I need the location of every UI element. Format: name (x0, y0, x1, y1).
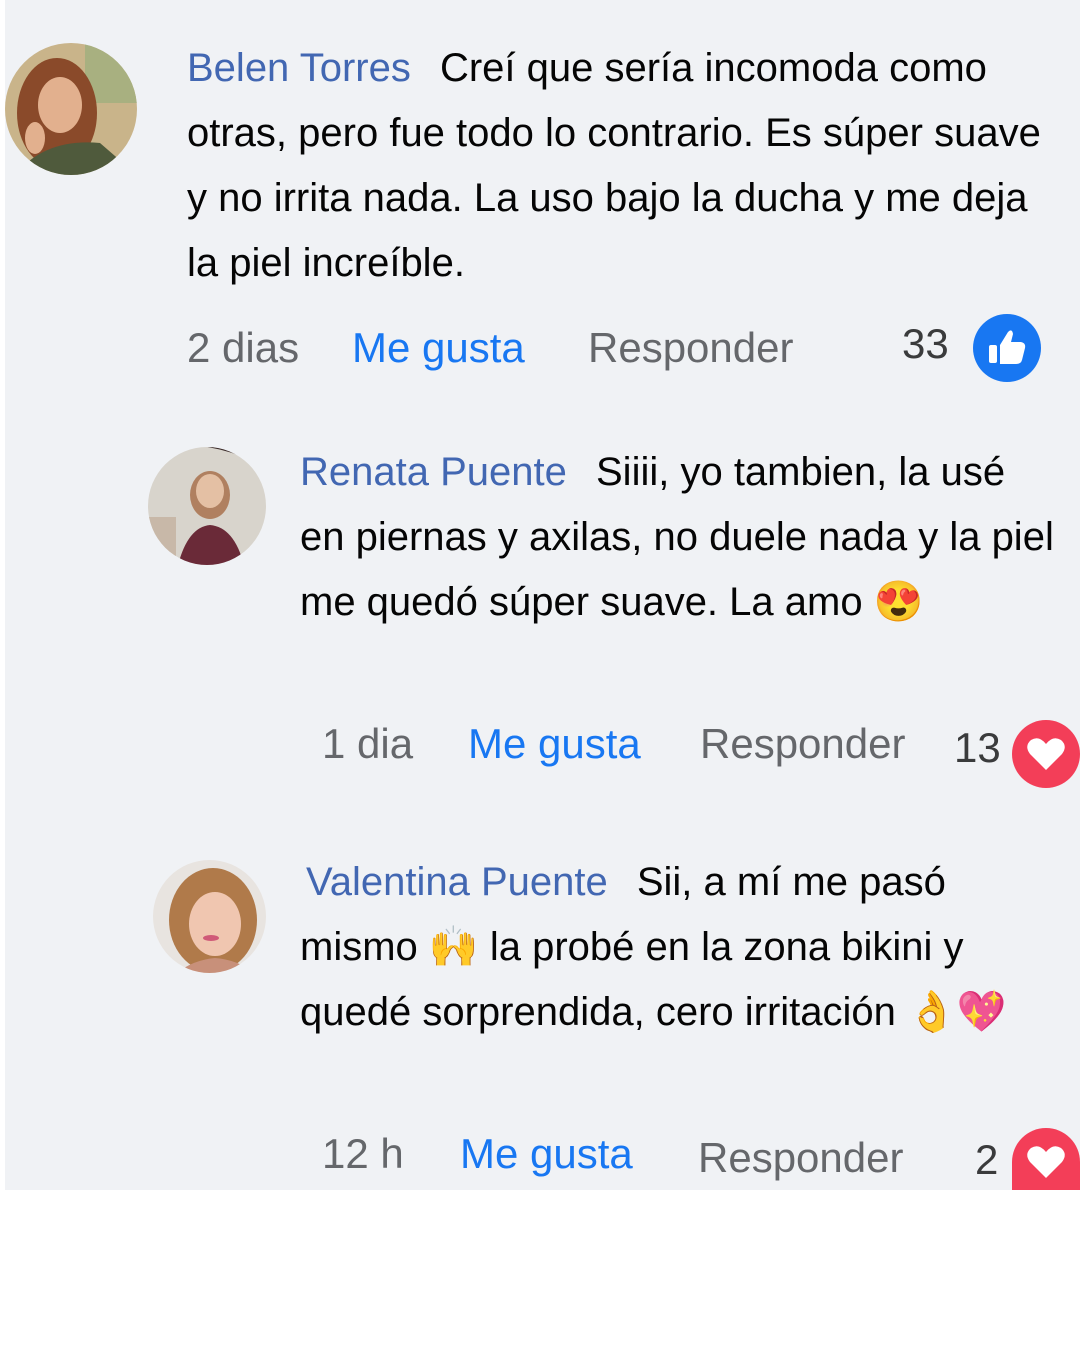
like-button[interactable]: Me gusta (352, 324, 525, 372)
commenter-name[interactable]: Valentina Puente (306, 860, 608, 904)
reaction-count[interactable]: 33 (902, 320, 949, 368)
like-icon[interactable] (973, 314, 1041, 382)
avatar-belen-torres[interactable] (5, 43, 137, 175)
avatar-renata-puente[interactable] (148, 447, 266, 565)
reply-button[interactable]: Responder (588, 324, 793, 372)
comment-actions: 12 h Me gusta Responder 2 (322, 1130, 1022, 1190)
comment-body: Valentina Puente Sii, a mí me pasó mismo… (300, 850, 1060, 1045)
comment-body: Renata Puente Siiii, yo tambien, la usé … (300, 440, 1060, 635)
comment-time[interactable]: 1 dia (322, 720, 413, 768)
heart-eyes-emoji: 😍 (873, 580, 924, 624)
avatar-valentina-puente[interactable] (153, 860, 266, 973)
comment-body: Belen Torres Creí que sería incomoda com… (187, 36, 1047, 296)
reaction-count[interactable]: 13 (954, 724, 1001, 772)
reaction-count[interactable]: 2 (975, 1136, 998, 1184)
comment-actions: 2 dias Me gusta Responder 33 (187, 320, 1047, 384)
reply-button[interactable]: Responder (698, 1134, 903, 1182)
comment-time[interactable]: 12 h (322, 1130, 404, 1178)
like-button[interactable]: Me gusta (468, 720, 641, 768)
raising-hands-emoji: 🙌 (428, 925, 479, 969)
ok-hand-heart-emoji: 👌💖 (907, 990, 1007, 1034)
comment-time[interactable]: 2 dias (187, 324, 299, 372)
reply-button[interactable]: Responder (700, 720, 905, 768)
heart-icon[interactable] (1012, 1128, 1080, 1190)
like-button[interactable]: Me gusta (460, 1130, 633, 1178)
commenter-name[interactable]: Renata Puente (300, 450, 567, 494)
comment-actions: 1 dia Me gusta Responder 13 (322, 720, 1022, 780)
commenter-name[interactable]: Belen Torres (187, 46, 411, 90)
heart-icon[interactable] (1012, 720, 1080, 788)
